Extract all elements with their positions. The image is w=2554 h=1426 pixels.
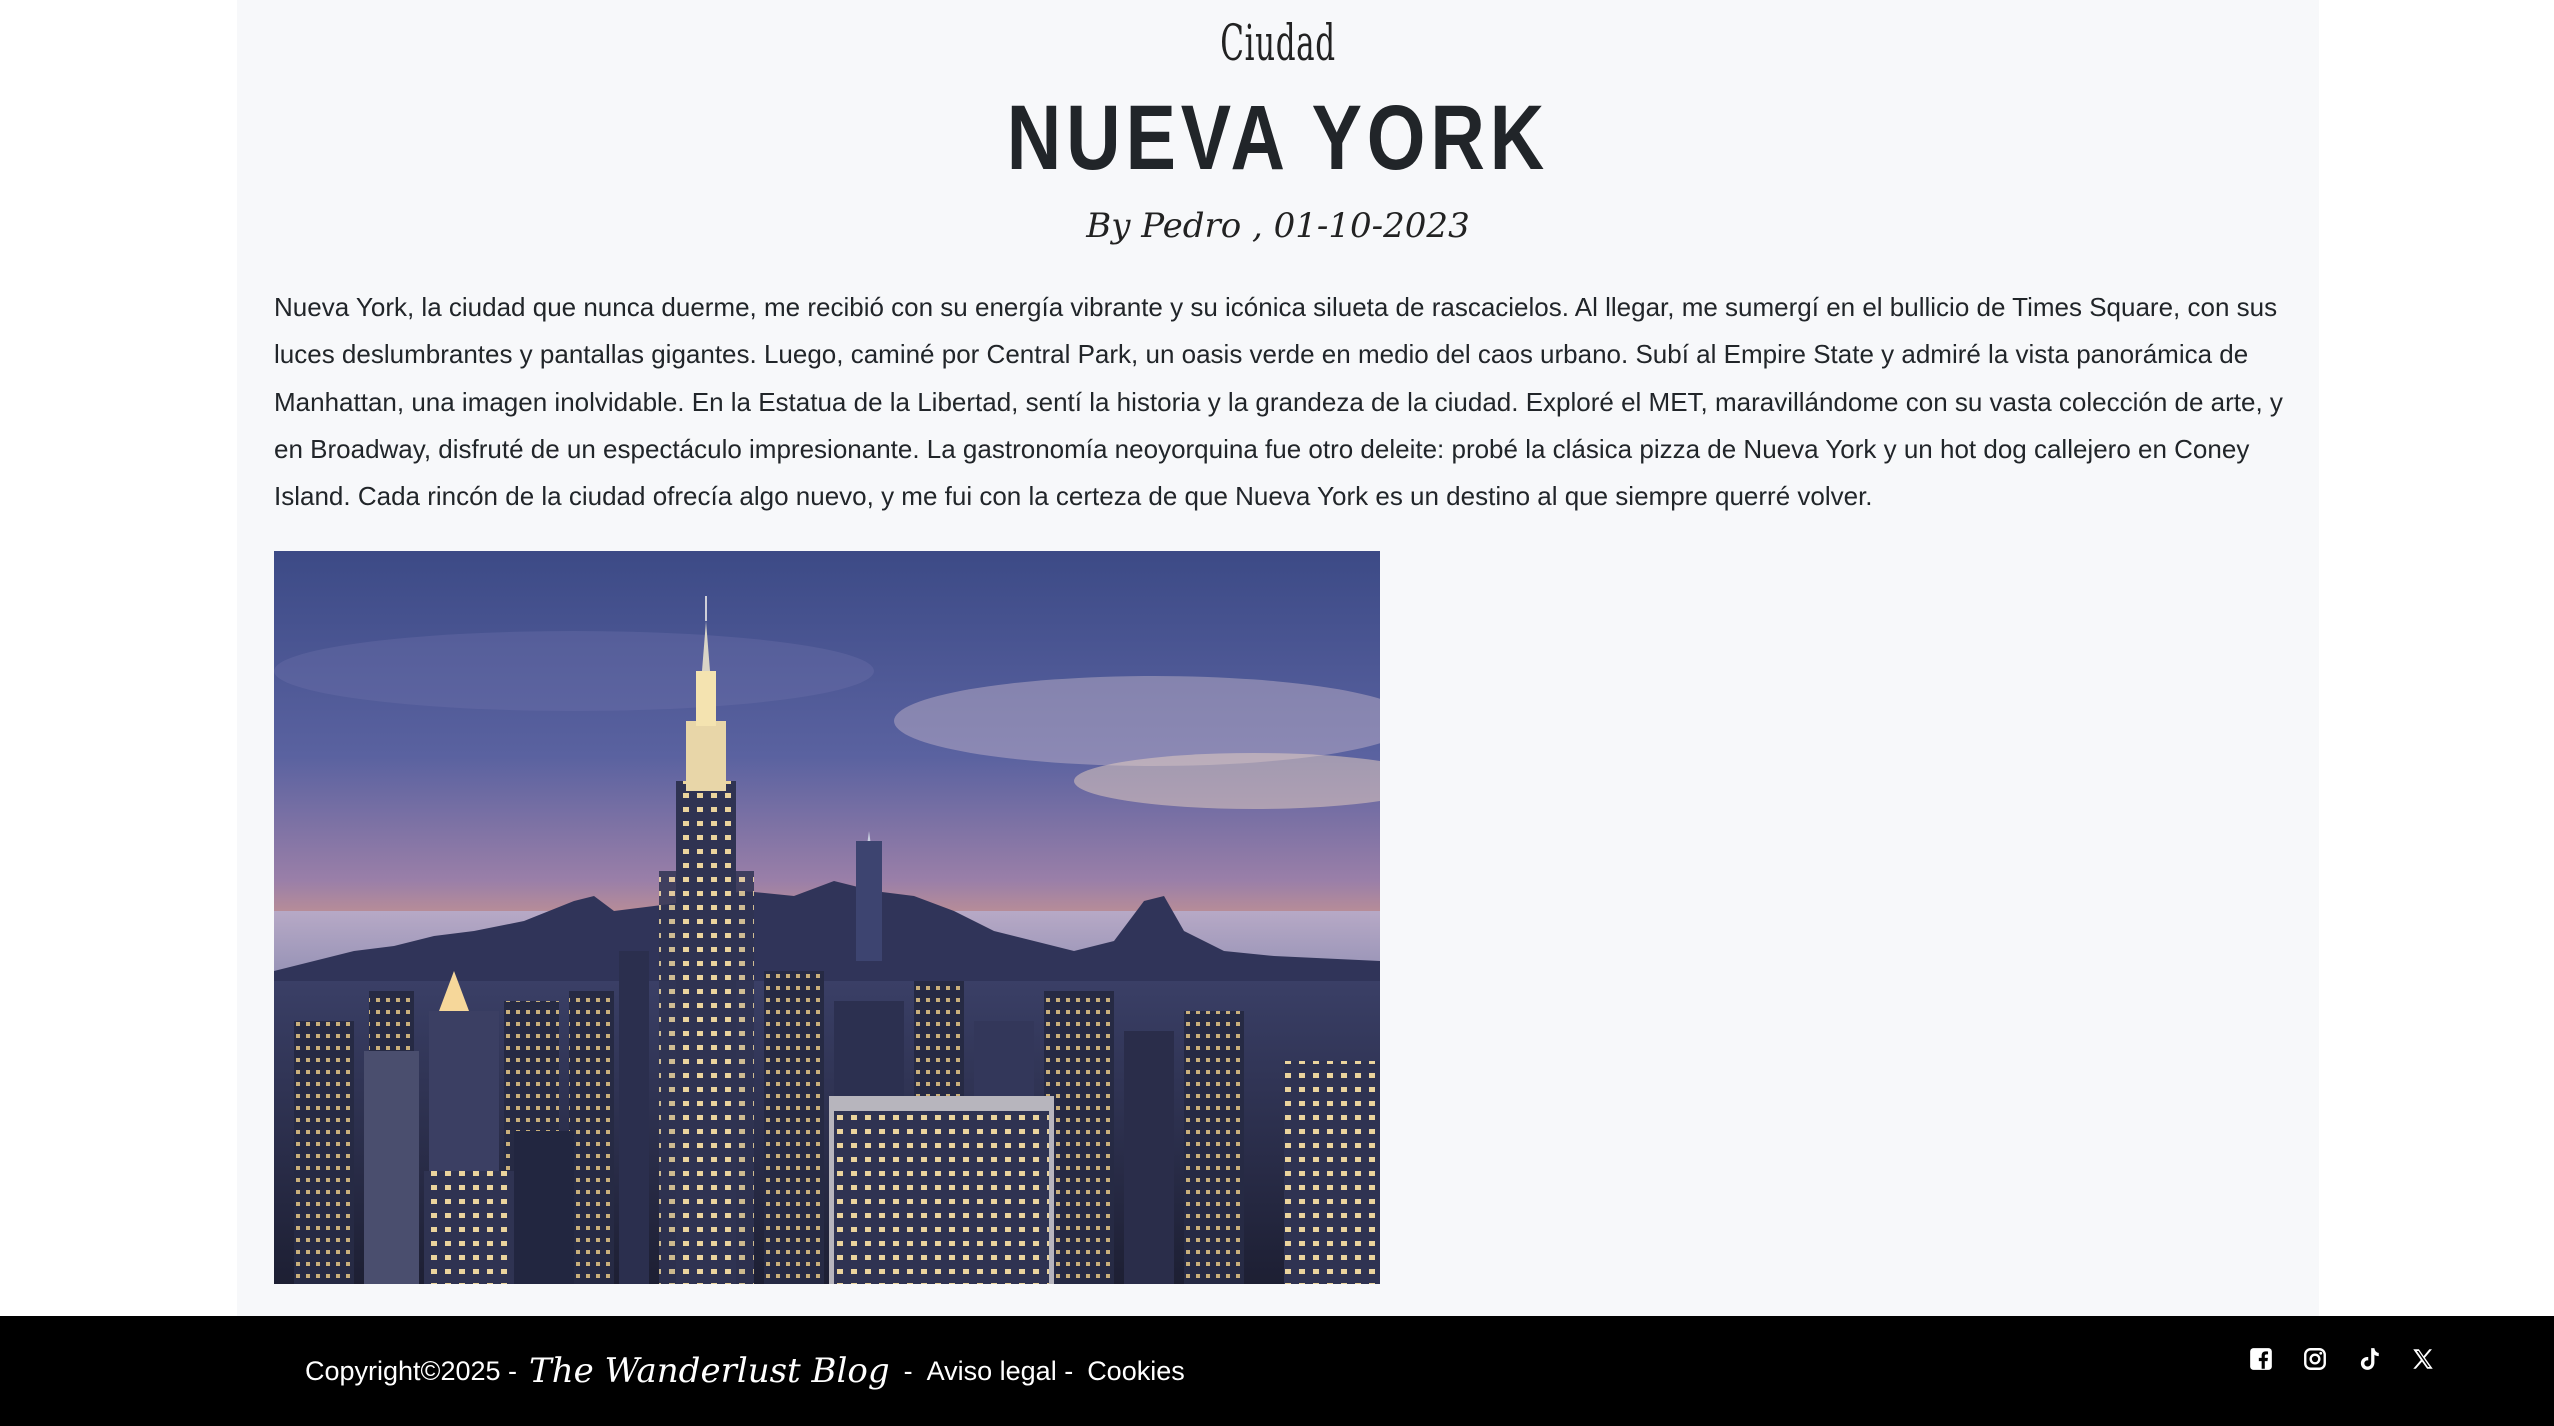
tiktok-icon[interactable]	[2356, 1346, 2382, 1372]
copyright-text: Copyright©2025 -	[305, 1355, 518, 1386]
article-byline: By Pedro , 01-10-2023	[1086, 206, 1470, 246]
blog-brand-link[interactable]: The Wanderlust Blog	[529, 1351, 890, 1391]
new-york-skyline-image	[274, 551, 1380, 1284]
article-title: NUEVA YORK	[1006, 87, 1550, 189]
site-footer: Copyright©2025 - The Wanderlust Blog - A…	[0, 1316, 2554, 1426]
x-icon[interactable]	[2410, 1346, 2436, 1372]
cookies-link[interactable]: Cookies	[1087, 1356, 1185, 1387]
social-links	[2248, 1346, 2436, 1372]
article-container: Ciudad NUEVA YORK By Pedro , 01-10-2023 …	[237, 0, 2319, 1316]
facebook-icon[interactable]	[2248, 1346, 2274, 1372]
article-body: Nueva York, la ciudad que nunca duerme, …	[274, 292, 2283, 512]
instagram-icon[interactable]	[2302, 1346, 2328, 1372]
legal-notice-link[interactable]: Aviso legal -	[927, 1356, 1074, 1387]
article-category: Ciudad	[1220, 14, 1336, 72]
footer-separator: -	[903, 1355, 913, 1386]
footer-links: Copyright©2025 - The Wanderlust Blog - A…	[305, 1316, 1185, 1426]
